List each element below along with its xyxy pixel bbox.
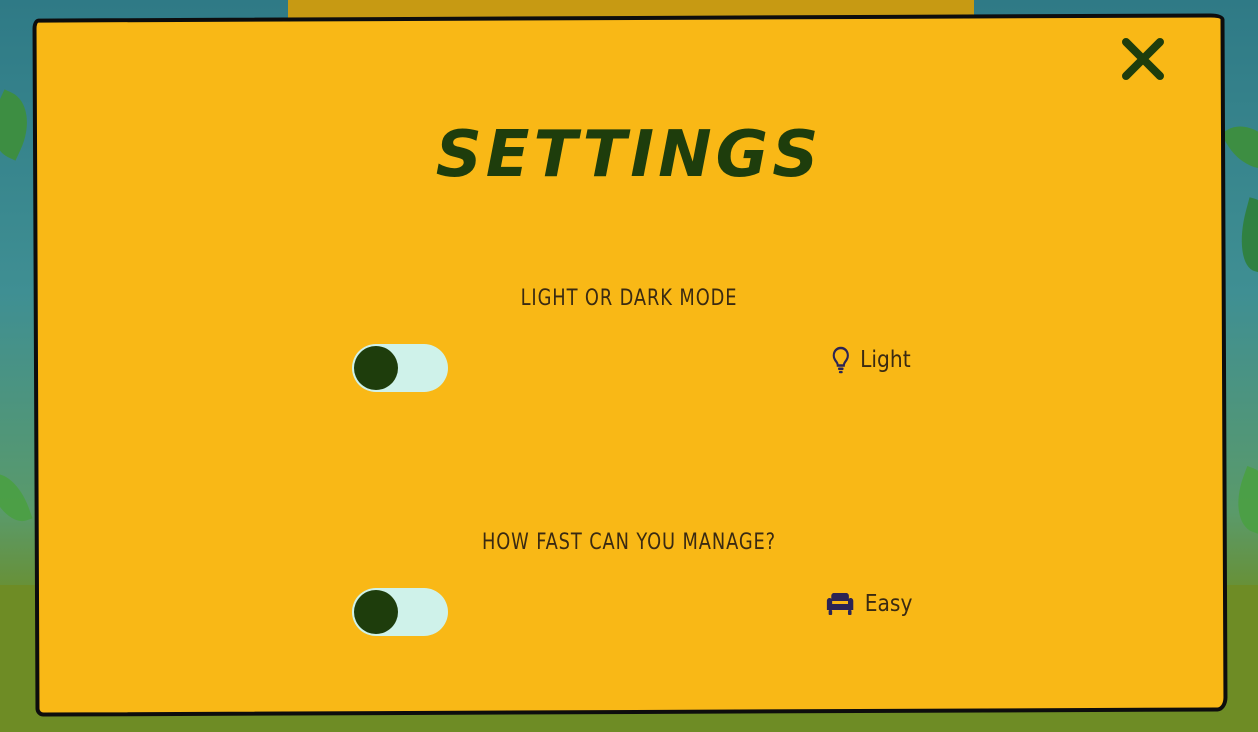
mode-setting-label: LIGHT OR DARK MODE bbox=[520, 286, 738, 311]
lightbulb-icon bbox=[832, 346, 849, 374]
couch-icon bbox=[826, 593, 854, 615]
speed-state: Easy bbox=[826, 588, 912, 620]
page-title: SETTINGS bbox=[435, 118, 823, 192]
mode-state-label: Light bbox=[860, 347, 911, 373]
mode-state: Light bbox=[832, 344, 911, 376]
speed-state-label: Easy bbox=[864, 591, 913, 617]
close-button[interactable] bbox=[1118, 34, 1168, 84]
close-icon bbox=[1122, 38, 1164, 80]
leaf-decoration bbox=[1231, 197, 1258, 273]
speed-setting-label: HOW FAST CAN YOU MANAGE? bbox=[481, 530, 777, 555]
leaf-decoration bbox=[0, 466, 33, 529]
toggle-knob bbox=[354, 346, 398, 390]
toggle-knob bbox=[354, 590, 398, 634]
speed-toggle[interactable] bbox=[352, 588, 448, 636]
leaf-decoration bbox=[1226, 465, 1258, 535]
mode-toggle[interactable] bbox=[352, 344, 448, 392]
